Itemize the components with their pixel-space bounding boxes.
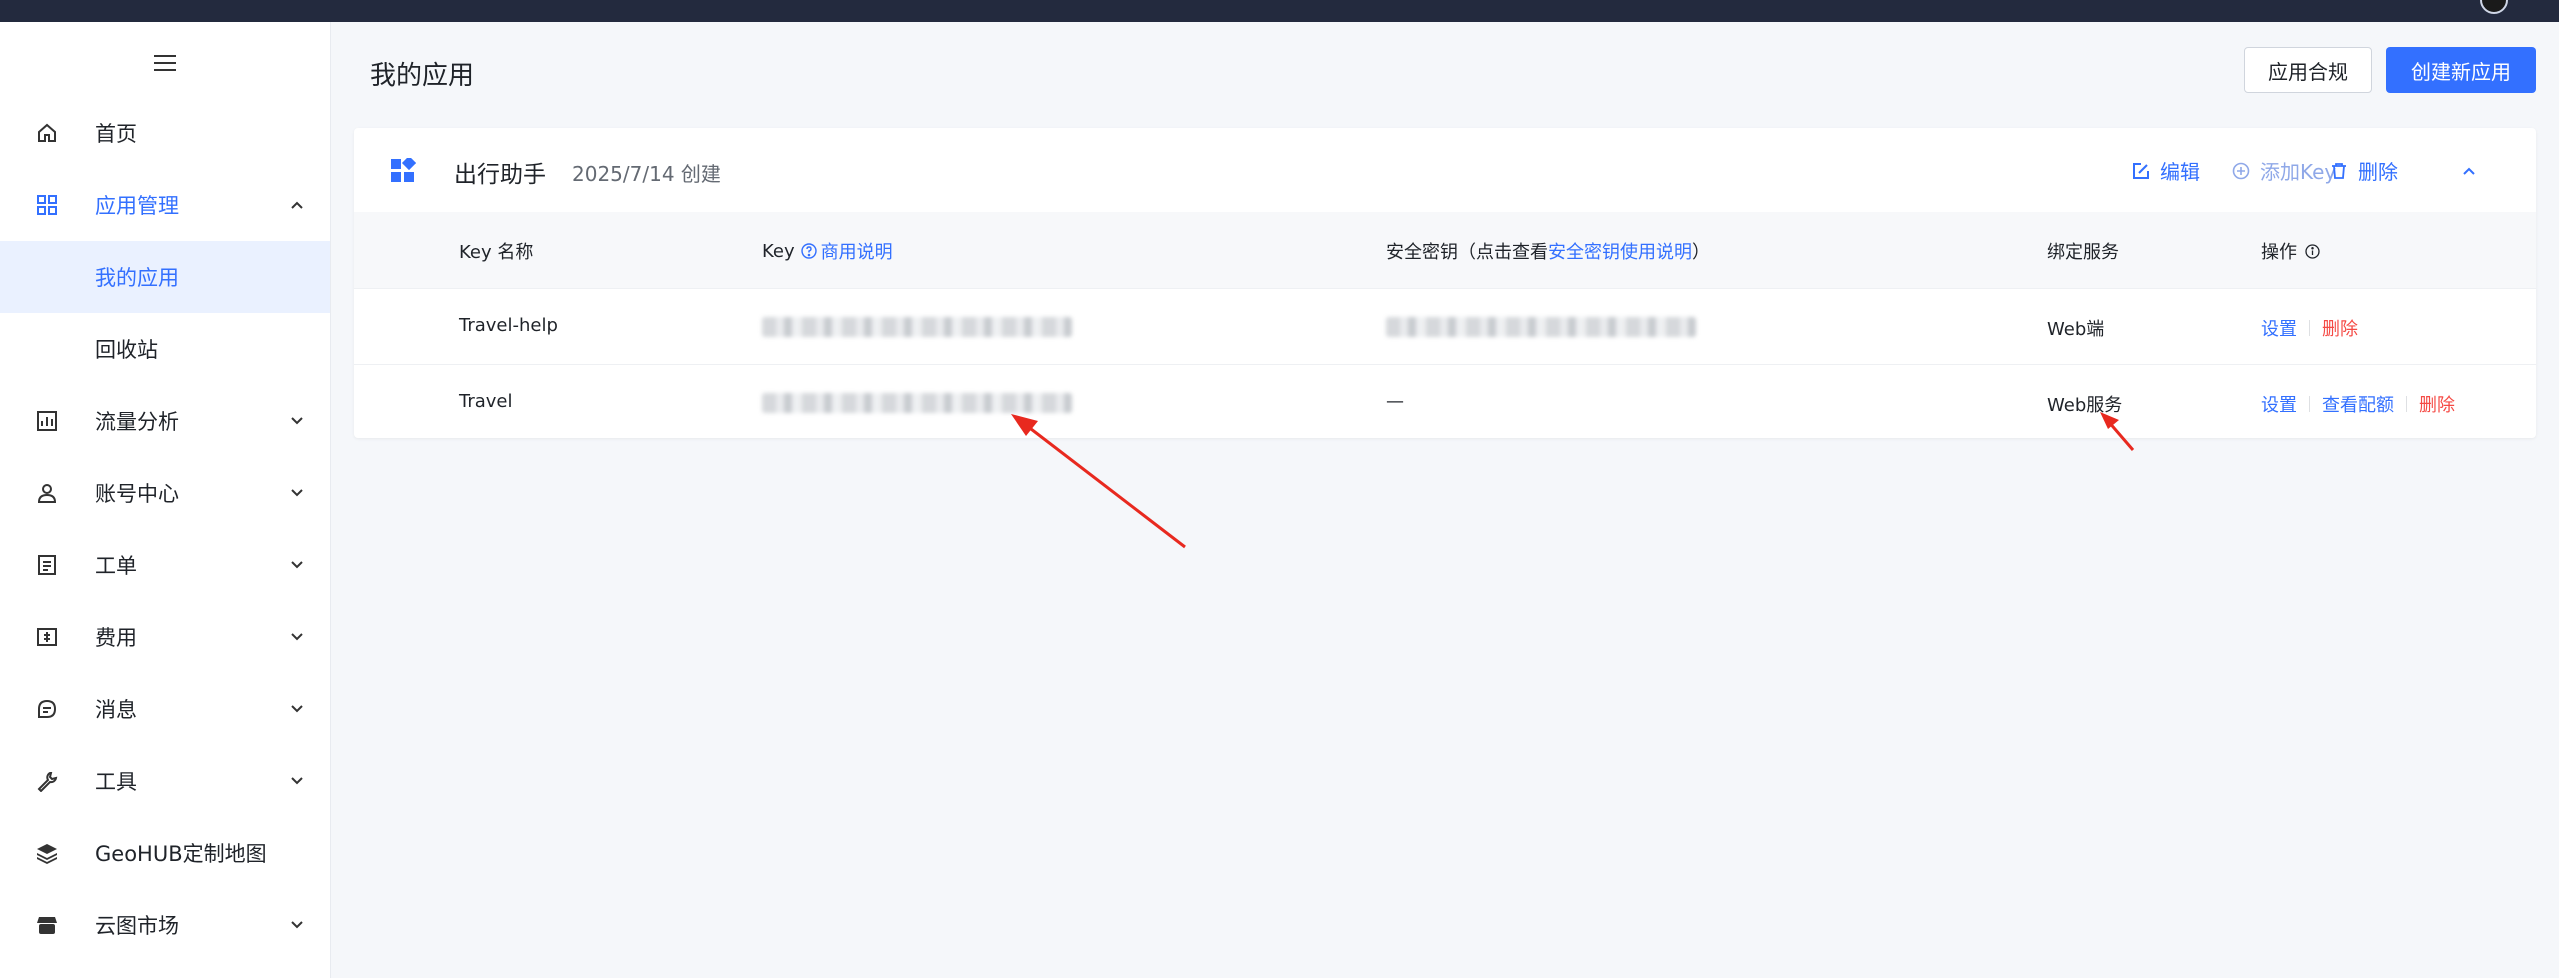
secret-usage-link[interactable]: 安全密钥使用说明 xyxy=(1548,238,1692,264)
sidebar-item-geohub[interactable]: GeoHUB定制地图 xyxy=(0,817,330,889)
sidebar-item-label: 消息 xyxy=(95,698,137,722)
bound-service: Web服务 xyxy=(2047,395,2123,416)
sidebar-item-cloud-market[interactable]: 云图市场 xyxy=(0,889,330,961)
sidebar-item-label: 云图市场 xyxy=(95,914,179,938)
sidebar-item-label: 工具 xyxy=(95,770,137,794)
sidebar-subitem-my-apps[interactable]: 我的应用 xyxy=(0,241,330,313)
chevron-down-icon xyxy=(288,556,306,574)
sidebar-item-label: 我的应用 xyxy=(95,266,179,290)
wrench-icon xyxy=(34,768,60,794)
edit-label: 编辑 xyxy=(2160,160,2200,184)
sidebar-item-label: 费用 xyxy=(95,626,137,650)
message-icon xyxy=(34,696,60,722)
edit-icon xyxy=(2133,162,2149,179)
grid-icon xyxy=(34,192,60,218)
sidebar-subitem-recycle-bin[interactable]: 回收站 xyxy=(0,313,330,385)
sidebar-item-home[interactable]: 首页 xyxy=(0,97,330,169)
sidebar: 首页 应用管理 我的应用 回收站 流量分析 账号中心 工单 费用 消息 工具 G… xyxy=(0,22,331,978)
table-row: Travel — Web服务 设置 查看配额 删除 xyxy=(354,364,2536,441)
col-secret-label: 安全密钥（点击查看 xyxy=(1386,242,1548,263)
sidebar-item-account-center[interactable]: 账号中心 xyxy=(0,457,330,529)
sidebar-item-messages[interactable]: 消息 xyxy=(0,673,330,745)
sidebar-item-tickets[interactable]: 工单 xyxy=(0,529,330,601)
app-compliance-button[interactable]: 应用合规 xyxy=(2244,47,2372,93)
chevron-down-icon xyxy=(288,628,306,646)
col-key: Key 商用说明 xyxy=(762,238,893,264)
sidebar-item-label: 工单 xyxy=(95,554,137,578)
layers-icon xyxy=(34,840,60,866)
col-secret-suffix: ） xyxy=(1692,242,1710,263)
sidebar-item-tools[interactable]: 工具 xyxy=(0,745,330,817)
sidebar-item-label: 首页 xyxy=(95,122,137,146)
sidebar-item-label: 流量分析 xyxy=(95,410,179,434)
page-title: 我的应用 xyxy=(370,61,475,91)
sidebar-item-label: GeoHUB定制地图 xyxy=(95,842,267,866)
sidebar-item-billing[interactable]: 费用 xyxy=(0,601,330,673)
sidebar-item-app-management[interactable]: 应用管理 xyxy=(0,169,330,241)
secret-value: — xyxy=(1386,391,1404,412)
chevron-down-icon xyxy=(288,484,306,502)
plus-circle-icon xyxy=(2232,162,2250,179)
key-name: Travel xyxy=(459,391,513,412)
key-name: Travel-help xyxy=(459,315,558,336)
delete-key-link[interactable]: 删除 xyxy=(2419,391,2455,417)
row-ops: 设置 查看配额 删除 xyxy=(2261,391,2455,417)
app-widget-icon xyxy=(391,158,416,182)
row-ops: 设置 删除 xyxy=(2261,315,2358,341)
app-created-date: 2025/7/14 创建 xyxy=(572,162,721,186)
divider xyxy=(2309,396,2310,412)
sidebar-item-label: 应用管理 xyxy=(95,194,179,218)
chevron-down-icon xyxy=(288,412,306,430)
delete-label: 删除 xyxy=(2358,160,2398,184)
app-name: 出行助手 xyxy=(454,162,546,188)
billing-icon xyxy=(34,624,60,650)
commercial-info-link[interactable]: 商用说明 xyxy=(821,238,893,264)
col-key-name: Key 名称 xyxy=(459,242,534,263)
home-icon xyxy=(34,120,60,146)
divider xyxy=(2406,396,2407,412)
col-ops-label: 操作 xyxy=(2261,242,2297,263)
chevron-up-icon xyxy=(288,196,306,214)
view-quota-link[interactable]: 查看配额 xyxy=(2322,391,2394,417)
top-bar xyxy=(0,0,2559,22)
col-service: 绑定服务 xyxy=(2047,242,2119,263)
user-icon xyxy=(34,480,60,506)
info-icon xyxy=(2305,243,2320,259)
chevron-up-icon xyxy=(2463,167,2475,175)
menu-toggle-icon[interactable] xyxy=(150,48,180,78)
user-avatar[interactable] xyxy=(2480,0,2508,14)
bound-service: Web端 xyxy=(2047,319,2105,340)
secret-value-redacted xyxy=(1386,317,1696,337)
divider xyxy=(2309,320,2310,336)
store-icon xyxy=(34,912,60,938)
key-value-redacted xyxy=(762,393,1072,413)
sidebar-item-traffic-analysis[interactable]: 流量分析 xyxy=(0,385,330,457)
collapse-card-button[interactable] xyxy=(2458,160,2480,182)
table-row: Travel-help Web端 设置 删除 xyxy=(354,288,2536,365)
sidebar-item-label: 账号中心 xyxy=(95,482,179,506)
add-key-label: 添加Key xyxy=(2260,160,2337,184)
ticket-icon xyxy=(34,552,60,578)
chart-icon xyxy=(34,408,60,434)
col-ops: 操作 xyxy=(2261,238,2320,264)
key-value-redacted xyxy=(762,317,1072,337)
create-app-button[interactable]: 创建新应用 xyxy=(2386,47,2536,93)
delete-app-button[interactable]: 删除 xyxy=(2330,156,2398,185)
amap-logo[interactable] xyxy=(50,0,98,10)
delete-key-link[interactable]: 删除 xyxy=(2322,315,2358,341)
settings-link[interactable]: 设置 xyxy=(2261,391,2297,417)
edit-app-button[interactable]: 编辑 xyxy=(2132,156,2200,185)
app-card: 出行助手 2025/7/14 创建 编辑 添加Key 删除 Key 名称 Key… xyxy=(354,128,2536,438)
help-circle-icon xyxy=(800,243,817,259)
settings-link[interactable]: 设置 xyxy=(2261,315,2297,341)
col-key-label: Key xyxy=(762,240,795,262)
add-key-button[interactable]: 添加Key xyxy=(2232,156,2336,185)
keys-table-header: Key 名称 Key 商用说明 安全密钥（点击查看 安全密钥使用说明） 绑定服务 … xyxy=(354,212,2536,288)
chevron-down-icon xyxy=(288,772,306,790)
sidebar-item-label: 回收站 xyxy=(95,338,158,362)
col-secret: 安全密钥（点击查看 安全密钥使用说明） xyxy=(1386,238,1710,264)
chevron-down-icon xyxy=(288,916,306,934)
trash-icon xyxy=(2332,162,2346,179)
chevron-down-icon xyxy=(288,700,306,718)
